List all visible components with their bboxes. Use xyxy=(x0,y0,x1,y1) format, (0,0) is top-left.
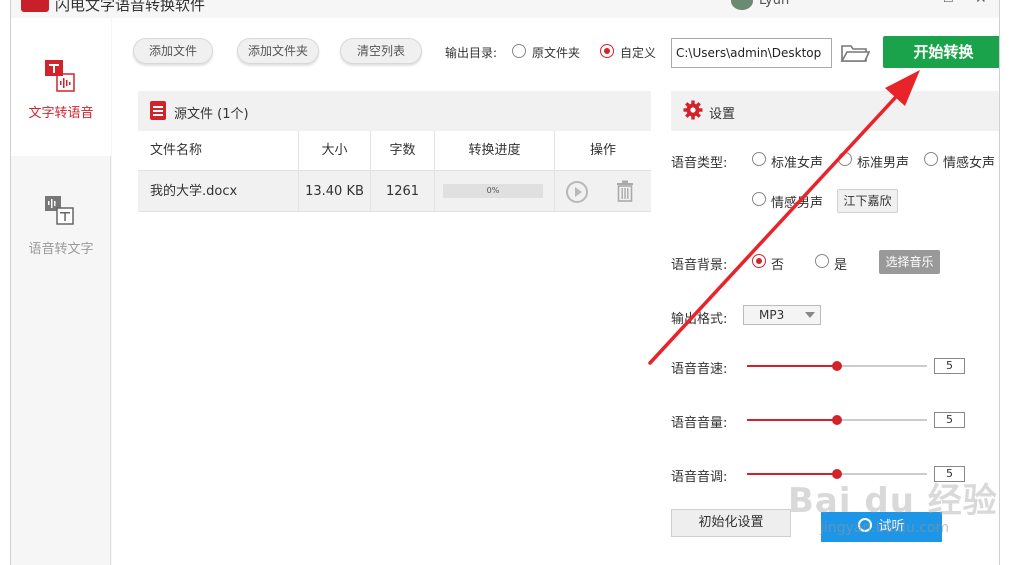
output-format-label: 输出格式: xyxy=(671,312,728,327)
voice-name-button[interactable]: 江下嘉欣 xyxy=(837,189,898,213)
reset-settings-button[interactable]: 初始化设置 xyxy=(671,509,791,537)
speed-slider[interactable] xyxy=(747,361,927,371)
chevron-down-icon xyxy=(805,312,815,318)
progress-bar: 0% xyxy=(443,184,543,198)
background-label: 语音背景: xyxy=(671,258,728,273)
voice-emotional-female-radio[interactable] xyxy=(924,152,938,166)
file-table-header: 文件名称 大小 字数 转换进度 操作 xyxy=(138,131,651,171)
close-button[interactable]: ✕ xyxy=(975,0,987,7)
minimize-button[interactable]: — xyxy=(913,0,927,7)
user-name[interactable]: Lyun xyxy=(759,0,789,8)
clear-list-button[interactable]: 清空列表 xyxy=(340,38,422,64)
trash-icon[interactable] xyxy=(616,180,634,202)
volume-slider-fill xyxy=(747,419,837,421)
document-icon xyxy=(150,101,166,120)
volume-value-field[interactable]: 5 xyxy=(934,412,965,428)
source-files-title: 源文件 (1个) xyxy=(174,107,249,122)
settings-header: 设置 xyxy=(671,91,999,131)
background-no-label: 否 xyxy=(771,258,785,273)
source-files-header: 源文件 (1个) xyxy=(138,91,651,131)
file-name-cell: 我的大学.docx xyxy=(150,184,238,199)
main-panel: 添加文件 添加文件夹 清空列表 输出目录: 原文件夹 自定义 C:\Users\… xyxy=(112,18,999,565)
settings-title: 设置 xyxy=(709,107,736,122)
choose-music-button[interactable]: 选择音乐 xyxy=(879,250,940,274)
app-title: 闪电文字语音转换软件 xyxy=(55,0,206,14)
watermark-url: jingyan.baidu.com xyxy=(820,520,950,536)
column-header-chars: 字数 xyxy=(370,131,434,171)
pitch-label: 语音音调: xyxy=(671,470,728,485)
background-yes-radio[interactable] xyxy=(815,254,829,268)
start-conversion-button[interactable]: 开始转换 xyxy=(883,36,999,68)
file-size-cell: 13.40 KB xyxy=(298,171,370,212)
voice-type-label: 语音类型: xyxy=(671,156,728,171)
speech-to-text-icon xyxy=(45,196,74,225)
play-icon[interactable] xyxy=(566,181,588,203)
voice-standard-female-radio[interactable] xyxy=(752,152,766,166)
output-format-select[interactable]: MP3 xyxy=(743,305,821,325)
voice-standard-male-radio[interactable] xyxy=(838,152,852,166)
speed-slider-fill xyxy=(747,365,837,367)
voice-emotional-male-radio[interactable] xyxy=(752,192,766,206)
sidebar-item-label: 文字转语音 xyxy=(28,106,94,121)
sidebar-item-label: 语音转文字 xyxy=(28,242,94,257)
column-header-progress: 转换进度 xyxy=(434,131,554,171)
file-chars-cell: 1261 xyxy=(370,171,434,212)
gear-icon xyxy=(683,100,703,120)
column-header-actions: 操作 xyxy=(554,131,651,171)
output-dir-label: 输出目录: xyxy=(445,46,498,60)
background-yes-label: 是 xyxy=(834,258,848,273)
app-logo xyxy=(21,0,49,12)
background-no-radio[interactable] xyxy=(752,254,766,268)
sidebar-item-speech-to-text[interactable]: 语音转文字 xyxy=(11,156,111,294)
app-window: 闪电文字语音转换软件 Lyun — ☐ ✕ 文字转语音 xyxy=(10,0,1000,565)
avatar[interactable] xyxy=(731,0,753,10)
table-row[interactable]: 我的大学.docx 13.40 KB 1261 0% xyxy=(138,171,651,212)
speed-label: 语音音速: xyxy=(671,362,728,377)
volume-slider-thumb[interactable] xyxy=(832,415,842,425)
speed-slider-thumb[interactable] xyxy=(832,361,842,371)
text-to-speech-icon xyxy=(45,60,75,92)
add-file-button[interactable]: 添加文件 xyxy=(133,38,213,64)
voice-standard-female-label: 标准女声 xyxy=(771,156,824,171)
title-bar: 闪电文字语音转换软件 Lyun — ☐ ✕ xyxy=(11,0,999,18)
volume-slider[interactable] xyxy=(747,415,927,425)
maximize-button[interactable]: ☐ xyxy=(943,0,954,5)
sidebar-item-text-to-speech[interactable]: 文字转语音 xyxy=(11,18,111,156)
voice-emotional-male-label: 情感男声 xyxy=(771,196,824,211)
output-custom-radio[interactable] xyxy=(600,44,614,58)
voice-standard-male-label: 标准男声 xyxy=(857,156,910,171)
output-original-label: 原文件夹 xyxy=(532,46,581,60)
output-custom-label: 自定义 xyxy=(620,46,657,60)
progress-text: 0% xyxy=(486,186,500,195)
voice-emotional-female-label: 情感女声 xyxy=(943,156,996,171)
column-header-size: 大小 xyxy=(298,131,370,171)
speed-value-field[interactable]: 5 xyxy=(934,358,965,374)
folder-icon[interactable] xyxy=(840,42,870,64)
watermark: Bai du 经验 xyxy=(788,481,998,521)
output-original-radio[interactable] xyxy=(512,44,526,58)
output-format-value: MP3 xyxy=(759,308,785,322)
add-folder-button[interactable]: 添加文件夹 xyxy=(237,38,319,64)
output-path-field[interactable]: C:\Users\admin\Desktop xyxy=(671,38,832,68)
volume-label: 语音音量: xyxy=(671,416,728,431)
sidebar: 文字转语音 语音转文字 xyxy=(11,18,111,565)
column-header-name: 文件名称 xyxy=(150,143,203,158)
